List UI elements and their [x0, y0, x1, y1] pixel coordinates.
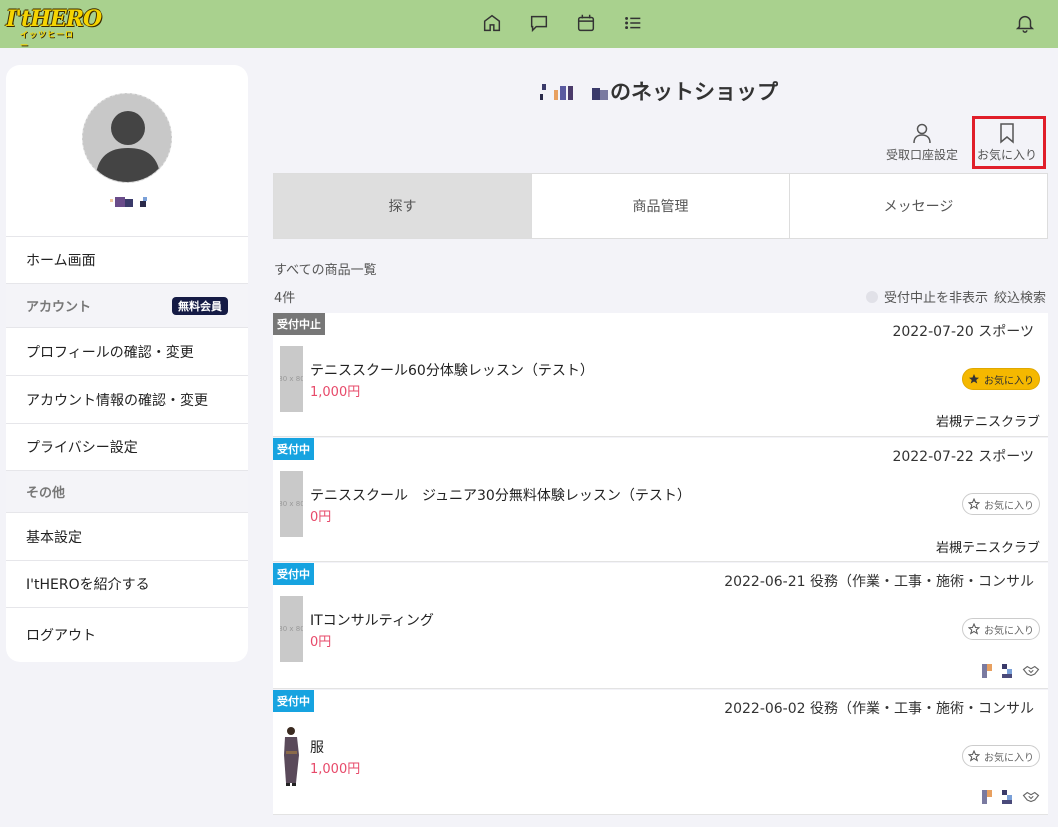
status-badge: 受付中止: [273, 313, 325, 335]
product-card[interactable]: 受付中止 2022-07-20 スポーツ 80 x 80 テニススクール60分体験レッ…: [273, 313, 1048, 437]
menu-label: プライバシー設定: [26, 440, 138, 456]
logo-sub-text: イッツヒーロー: [20, 30, 74, 50]
product-thumbnail[interactable]: 80 x 80: [280, 346, 303, 412]
shop-title-text: のネットショップ: [610, 80, 778, 104]
account-settings-button[interactable]: 受取口座設定: [886, 122, 958, 163]
seller-redacted: [982, 790, 1040, 804]
favorite-label: お気に入り: [984, 500, 1034, 512]
product-card[interactable]: 受付中 2022-06-02 役務（作業・工事・施術・コンサル服 1,000円 お気に…: [273, 690, 1048, 815]
product-price: 1,000円: [310, 762, 361, 777]
menu-account-head: アカウント 無料会員: [6, 283, 248, 327]
calendar-icon[interactable]: [575, 12, 597, 34]
favorite-label: お気に入り: [984, 375, 1034, 387]
menu-label: ホーム画面: [26, 253, 96, 269]
filter-search-link[interactable]: 絞込検索: [994, 287, 1046, 306]
shop-owner-redacted: [540, 80, 608, 102]
membership-badge: 無料会員: [172, 297, 228, 315]
chat-icon[interactable]: [528, 12, 550, 34]
menu-label: アカウント: [26, 300, 92, 315]
menu-label: I'tHEROを紹介する: [26, 577, 150, 593]
product-thumbnail[interactable]: 80 x 80: [280, 596, 303, 662]
product-thumbnail[interactable]: [280, 723, 303, 789]
product-price: 0円: [310, 510, 332, 525]
product-date-category: 2022-06-02 役務（作業・工事・施術・コンサル: [724, 701, 1034, 717]
sidebar: ホーム画面アカウント 無料会員プロフィールの確認・変更 アカウント情報の確認・変更プ…: [6, 65, 248, 662]
product-price: 1,000円: [310, 385, 361, 400]
list-heading: すべての商品一覧: [274, 263, 377, 278]
list-filters: 受付中止を非表示 絞込検索: [865, 287, 1046, 306]
menu-basic-settings[interactable]: 基本設定: [6, 512, 248, 560]
top-bar: I'tHERO イッツヒーロー: [0, 0, 1058, 50]
product-name[interactable]: 服: [310, 737, 324, 757]
product-name[interactable]: ITコンサルティング: [310, 610, 434, 630]
bell-icon[interactable]: [1014, 12, 1036, 34]
person-icon: [913, 123, 931, 144]
product-card[interactable]: 受付中 2022-06-21 役務（作業・工事・施術・コンサル 80 x 80 ITコ…: [273, 563, 1048, 689]
status-badge: 受付中: [273, 690, 314, 712]
product-price: 0円: [310, 635, 332, 650]
user-silhouette-icon: [95, 111, 161, 182]
menu-account-info[interactable]: アカウント情報の確認・変更: [6, 375, 248, 423]
menu-home[interactable]: ホーム画面: [6, 236, 248, 283]
star-icon: [968, 750, 980, 762]
product-date-category: 2022-07-20 スポーツ: [892, 324, 1034, 340]
hide-closed-label[interactable]: 受付中止を非表示: [884, 287, 988, 306]
account-settings-label: 受取口座設定: [886, 148, 959, 162]
product-card[interactable]: 受付中 2022-07-22 スポーツ 80 x 80 テニススクール ジュニア30分…: [273, 438, 1048, 562]
menu-label: プロフィールの確認・変更: [26, 344, 194, 361]
tab-search[interactable]: 探す: [274, 174, 531, 238]
favorite-toggle-button[interactable]: お気に入り: [962, 368, 1040, 390]
menu-label: その他: [26, 486, 66, 501]
favorite-toggle-button[interactable]: お気に入り: [962, 618, 1040, 640]
list-icon[interactable]: [622, 12, 644, 34]
menu-other-head: その他: [6, 470, 248, 512]
seller-redacted: [982, 664, 1040, 678]
status-badge: 受付中: [273, 563, 314, 585]
tab-product-management[interactable]: 商品管理: [531, 174, 789, 238]
shop-title: のネットショップ: [540, 76, 778, 106]
product-date-category: 2022-07-22 スポーツ: [892, 449, 1034, 465]
hide-closed-toggle[interactable]: [865, 290, 878, 303]
handshake-icon: [1022, 665, 1040, 677]
menu-privacy[interactable]: プライバシー設定: [6, 423, 248, 470]
status-badge: 受付中: [273, 438, 314, 460]
seller-name[interactable]: 岩槻テニスクラブ: [936, 537, 1040, 556]
product-name[interactable]: テニススクール60分体験レッスン（テスト）: [310, 360, 594, 380]
username-redacted: [110, 197, 150, 209]
ithero-logo[interactable]: I'tHERO イッツヒーロー: [6, 6, 102, 50]
item-count: 4件: [274, 291, 296, 306]
product-date-category: 2022-06-21 役務（作業・工事・施術・コンサル: [724, 574, 1034, 590]
star-icon: [968, 498, 980, 510]
handshake-icon: [1022, 791, 1040, 803]
menu-label: ログアウト: [26, 628, 96, 644]
menu-label: 基本設定: [26, 529, 82, 546]
menu-label: アカウント情報の確認・変更: [26, 392, 208, 409]
home-icon[interactable]: [481, 12, 503, 34]
star-icon: [968, 373, 980, 385]
favorite-toggle-button[interactable]: お気に入り: [962, 745, 1040, 767]
avatar[interactable]: [82, 93, 172, 183]
product-name[interactable]: テニススクール ジュニア30分無料体験レッスン（テスト）: [310, 485, 691, 505]
favorites-highlight-box: [972, 116, 1046, 169]
seller-name[interactable]: 岩槻テニスクラブ: [936, 411, 1040, 430]
menu-invite[interactable]: I'tHEROを紹介する: [6, 560, 248, 607]
favorite-toggle-button[interactable]: お気に入り: [962, 493, 1040, 515]
product-thumbnail[interactable]: 80 x 80: [280, 471, 303, 537]
menu-profile[interactable]: プロフィールの確認・変更: [6, 327, 248, 375]
menu-logout[interactable]: ログアウト: [6, 607, 248, 662]
tab-messages[interactable]: メッセージ: [789, 174, 1047, 238]
favorite-label: お気に入り: [984, 752, 1034, 764]
favorite-label: お気に入り: [984, 625, 1034, 637]
star-icon: [968, 623, 980, 635]
tab-bar: 探す 商品管理 メッセージ: [273, 173, 1048, 239]
